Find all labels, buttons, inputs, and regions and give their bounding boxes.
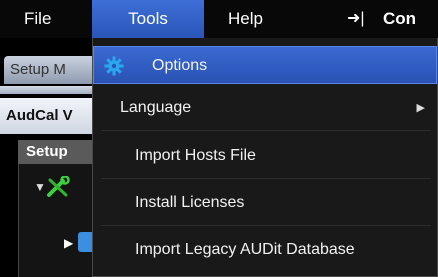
menu-item-label: Install Licenses [135,194,245,211]
tools-dropdown-menu: Options Language ▶ Import Hosts File Ins… [92,38,438,277]
menu-item-import-legacy-audit-database[interactable]: Import Legacy AUDit Database [93,231,437,269]
tools-icon [47,176,70,197]
collapsed-arrow-icon[interactable]: ▶ [64,236,73,250]
menu-separator [101,178,431,179]
menu-item-label: Options [152,57,208,74]
menu-bar: File Tools Help ➜| Con [0,0,438,38]
menu-item-label: Import Hosts File [135,147,256,164]
menu-item-language[interactable]: Language ▶ [93,89,437,127]
menu-separator [101,225,431,226]
menu-tools[interactable]: Tools [92,0,204,38]
gear-icon [104,56,124,76]
menu-item-options[interactable]: Options [93,46,437,84]
menu-separator [101,130,431,131]
menu-item-import-hosts-file[interactable]: Import Hosts File [93,137,437,175]
menu-truncated-item[interactable]: Con [383,0,416,38]
menu-item-install-licenses[interactable]: Install Licenses [93,184,437,222]
submenu-arrow-icon: ▶ [416,102,425,114]
menu-help[interactable]: Help [228,0,263,38]
panel-title: AudCal V [0,98,100,134]
tab-strip [0,86,100,94]
setup-header: Setup [18,140,100,164]
pin-icon[interactable]: ➜| [347,0,365,38]
menu-file[interactable]: File [24,0,51,38]
menu-item-label: Language [120,99,192,116]
setup-tab[interactable]: Setup M [4,56,104,84]
menu-item-label: Import Legacy AUDit Database [135,241,355,258]
expanded-arrow-icon[interactable]: ▼ [34,180,46,194]
